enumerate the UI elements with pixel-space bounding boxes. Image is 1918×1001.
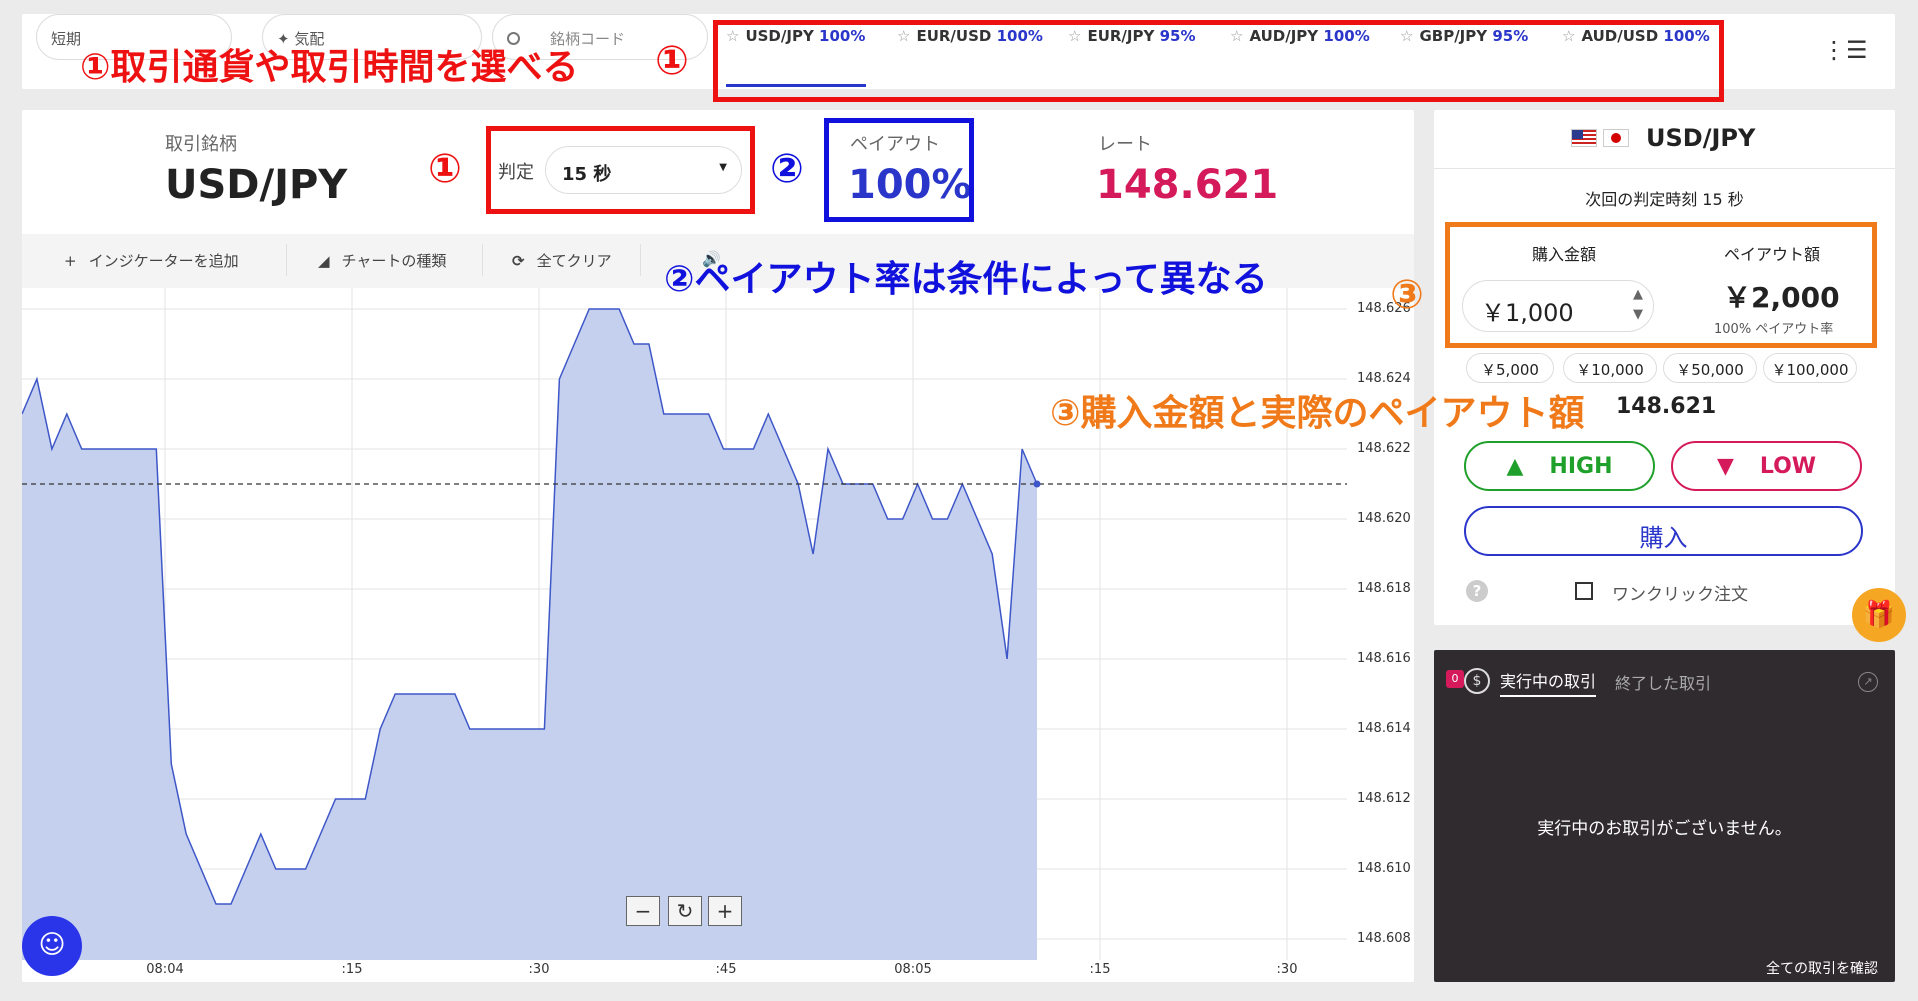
triangle-down-icon: ▼ — [1716, 454, 1734, 479]
clear-all-label: 全てクリア — [536, 252, 612, 270]
y-tick-label: 148.610 — [1357, 861, 1411, 876]
chart-type-label: チャートの種類 — [341, 252, 447, 270]
annotation-circle-3: ③ — [1390, 272, 1424, 318]
menu-icon[interactable]: ⋮☰ — [1822, 36, 1868, 64]
annotation-box-amount — [1445, 222, 1877, 348]
triangle-up-icon: ▲ — [1506, 454, 1524, 479]
zoom-in-button[interactable]: + — [708, 896, 742, 926]
annotation-circle-1-judge: ① — [428, 146, 462, 192]
annotation-box-tabs — [713, 20, 1724, 102]
trades-badge: 0 — [1446, 670, 1464, 688]
toolbar-divider — [286, 244, 287, 276]
gift-icon[interactable]: 🎁 — [1852, 588, 1906, 642]
ended-trades-tab[interactable]: 終了した取引 — [1615, 670, 1711, 694]
one-click-checkbox[interactable] — [1575, 582, 1593, 600]
high-button[interactable]: ▲ HIGH — [1464, 441, 1655, 491]
low-button[interactable]: ▼ LOW — [1671, 441, 1862, 491]
symbol-label: 取引銘柄 — [165, 134, 237, 155]
add-indicator-button[interactable]: + インジケーターを追加 — [64, 250, 239, 271]
low-label: LOW — [1759, 454, 1817, 479]
symbol-value: USD/JPY — [165, 162, 348, 208]
quick-amount-5000[interactable]: ￥5,000 — [1466, 353, 1554, 383]
us-flag-canton — [1572, 130, 1583, 139]
quick-amount-50000[interactable]: ￥50,000 — [1663, 353, 1757, 383]
panel-rate: 148.621 — [1616, 394, 1717, 419]
active-trades-tab[interactable]: 実行中の取引 — [1500, 668, 1597, 697]
add-indicator-label: インジケーターを追加 — [88, 252, 239, 270]
y-tick-label: 148.618 — [1357, 581, 1411, 596]
jp-flag-icon — [1603, 129, 1629, 147]
rate-value: 148.621 — [1096, 162, 1279, 208]
price-area — [22, 309, 1037, 960]
x-tick-label: :30 — [1276, 962, 1298, 977]
rate-label: レート — [1098, 134, 1152, 155]
annotation-box-judge — [486, 126, 755, 214]
chat-icon[interactable]: ☺ — [22, 916, 82, 976]
panel-divider — [1434, 168, 1895, 169]
x-tick-label: :15 — [1089, 962, 1111, 977]
zoom-out-button[interactable]: − — [626, 896, 660, 926]
x-tick-label: :45 — [715, 962, 737, 977]
x-tick-label: :30 — [528, 962, 550, 977]
us-flag-icon — [1571, 129, 1597, 147]
current-price-dot — [1033, 480, 1041, 488]
y-tick-label: 148.614 — [1357, 721, 1411, 736]
quick-amount-10000[interactable]: ￥10,000 — [1563, 353, 1657, 383]
y-tick-label: 148.622 — [1357, 441, 1411, 456]
annotation-text-3: ③購入金額と実際のペイアウト額 — [1050, 393, 1585, 434]
y-tick-label: 148.620 — [1357, 511, 1411, 526]
toolbar-divider — [640, 244, 641, 276]
one-click-label: ワンクリック注文 — [1612, 585, 1748, 605]
chart-type-button[interactable]: ◢ チャートの種類 — [318, 250, 446, 271]
y-tick-label: 148.608 — [1357, 931, 1411, 946]
high-label: HIGH — [1549, 454, 1613, 479]
buy-button[interactable]: 購入 — [1464, 506, 1863, 556]
refresh-icon: ⟳ — [512, 252, 525, 270]
chart-type-icon: ◢ — [318, 252, 330, 270]
plus-icon: + — [64, 252, 77, 270]
annotation-circle-1-top: ① — [655, 38, 689, 84]
no-trades-message: 実行中のお取引がございません。 — [1537, 819, 1792, 839]
external-link-icon[interactable]: ↗ — [1858, 672, 1878, 692]
y-tick-label: 148.616 — [1357, 651, 1411, 666]
x-tick-label: 08:05 — [894, 962, 932, 977]
x-tick-label: 08:04 — [146, 962, 184, 977]
trades-timer-icon: $ — [1464, 668, 1490, 694]
jp-flag-disc — [1611, 133, 1621, 143]
annotation-circle-2: ② — [770, 146, 804, 192]
quick-amounts: ￥5,000 ￥10,000 ￥50,000 ￥100,000 — [1466, 352, 1866, 384]
all-trades-link[interactable]: 全ての取引を確認 — [1766, 958, 1878, 978]
toolbar-divider — [482, 244, 483, 276]
help-icon[interactable]: ? — [1466, 580, 1488, 602]
next-judge-time: 次回の判定時刻 15 秒 — [1585, 190, 1744, 209]
y-tick-label: 148.612 — [1357, 791, 1411, 806]
annotation-text-2: ②ペイアウト率は条件によって異なる — [664, 259, 1268, 300]
quick-amount-100000[interactable]: ￥100,000 — [1763, 353, 1857, 383]
annotation-text-1: ①取引通貨や取引時間を選べる — [80, 47, 579, 88]
zoom-reset-button[interactable]: ↻ — [668, 896, 702, 926]
clear-all-button[interactable]: ⟳ 全てクリア — [512, 250, 612, 271]
annotation-box-payout — [824, 118, 974, 222]
panel-pair: USD/JPY — [1646, 124, 1756, 152]
x-tick-label: :15 — [341, 962, 363, 977]
